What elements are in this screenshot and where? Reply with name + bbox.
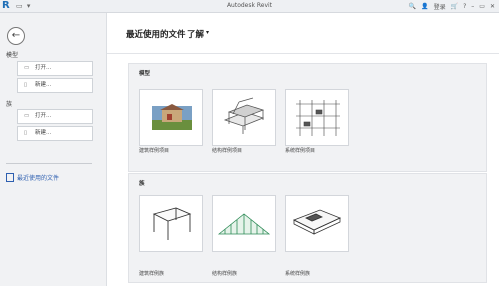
user-icon[interactable]: 👤 xyxy=(421,3,428,10)
architectural-sample-project-thumb[interactable] xyxy=(139,89,203,146)
help-icon[interactable]: ? xyxy=(463,3,466,10)
house-rendering-icon xyxy=(152,104,192,130)
families-section-label: 族 xyxy=(6,101,13,108)
cart-icon[interactable]: 🛒 xyxy=(451,3,458,10)
main-content: 最近使用的文件 了解 ▾ 模型 建筑样例项目 结构样例项目 系统样例项目 族 建… xyxy=(107,13,499,286)
architectural-sample-project-caption[interactable]: 建筑样例项目 xyxy=(139,147,169,154)
learn-dropdown[interactable]: 了解 xyxy=(187,28,204,40)
new-model-label: 新建... xyxy=(35,82,52,88)
architectural-sample-family-caption[interactable]: 建筑样例族 xyxy=(139,270,164,277)
page-title: 最近使用的文件 xyxy=(126,30,186,40)
equipment-model-icon xyxy=(293,209,342,235)
new-family-label: 新建... xyxy=(35,130,52,136)
chevron-down-icon[interactable]: ▾ xyxy=(206,29,209,36)
folder-open-icon: ▭ xyxy=(24,113,30,119)
sidebar-divider xyxy=(6,163,92,164)
structural-sample-family-caption[interactable]: 结构样例族 xyxy=(212,270,237,277)
models-panel-title: 模型 xyxy=(139,71,151,77)
models-panel: 模型 建筑样例项目 结构样例项目 系统样例项目 xyxy=(128,63,487,172)
structure-model-icon xyxy=(223,97,265,134)
new-model-button[interactable]: ▯ 新建... xyxy=(17,78,93,93)
open-family-label: 打开... xyxy=(35,113,52,119)
back-arrow-icon: ← xyxy=(11,30,21,41)
title-bar: R ▭ ▾ Autodesk Revit 🔍 👤 登录 🛒 ? – ▭ ✕ xyxy=(0,0,499,13)
open-model-button[interactable]: ▭ 打开... xyxy=(17,61,93,76)
systems-schematic-icon xyxy=(296,100,340,136)
sign-in-link[interactable]: 登录 xyxy=(434,2,446,11)
new-family-button[interactable]: ▯ 新建... xyxy=(17,126,93,141)
header-divider xyxy=(107,53,499,54)
recent-files-label: 最近使用的文件 xyxy=(17,175,60,182)
maximize-icon[interactable]: ▭ xyxy=(479,3,485,10)
open-family-button[interactable]: ▭ 打开... xyxy=(17,109,93,124)
new-file-icon: ▯ xyxy=(24,82,28,88)
families-panel-title: 族 xyxy=(139,181,145,187)
recent-files-link[interactable]: 最近使用的文件 xyxy=(6,173,59,182)
folder-open-icon: ▭ xyxy=(24,65,30,71)
systems-sample-project-caption[interactable]: 系统样例项目 xyxy=(285,147,315,154)
titlebar-right-tools: 🔍 👤 登录 🛒 ? – ▭ ✕ xyxy=(409,2,495,11)
families-panel: 族 建筑样例族 结构样例族 系统样例族 xyxy=(128,173,487,283)
structural-sample-project-caption[interactable]: 结构样例项目 xyxy=(212,147,242,154)
new-file-icon: ▯ xyxy=(24,130,28,136)
table-model-icon xyxy=(152,207,192,240)
systems-sample-family-caption[interactable]: 系统样例族 xyxy=(285,270,310,277)
back-button[interactable]: ← xyxy=(7,27,25,45)
open-model-label: 打开... xyxy=(35,65,52,71)
structural-sample-project-thumb[interactable] xyxy=(212,89,276,146)
recent-files-icon xyxy=(6,173,14,182)
truss-model-icon xyxy=(217,213,271,235)
systems-sample-family-thumb[interactable] xyxy=(285,195,349,252)
search-icon[interactable]: 🔍 xyxy=(409,3,416,10)
minimize-icon[interactable]: – xyxy=(471,3,474,10)
structural-sample-family-thumb[interactable] xyxy=(212,195,276,252)
close-icon[interactable]: ✕ xyxy=(490,3,495,10)
models-section-label: 模型 xyxy=(6,52,19,59)
architectural-sample-family-thumb[interactable] xyxy=(139,195,203,252)
systems-sample-project-thumb[interactable] xyxy=(285,89,349,146)
sidebar: ← 模型 ▭ 打开... ▯ 新建... 族 ▭ 打开... ▯ 新建... 最近使用的… xyxy=(0,13,107,286)
